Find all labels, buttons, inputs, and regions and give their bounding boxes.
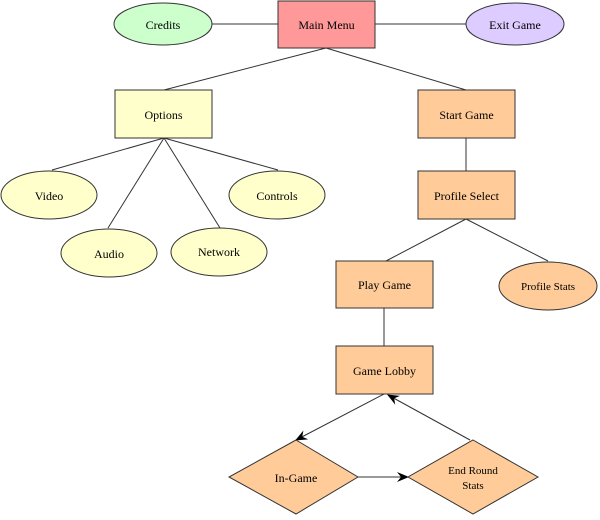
node-end-round-stats: End Round Stats xyxy=(406,439,540,515)
node-in-game: In-Game xyxy=(227,439,359,515)
node-profile-stats: Profile Stats xyxy=(498,261,598,311)
node-profile-select: Profile Select xyxy=(417,170,516,220)
node-label: Game Lobby xyxy=(353,364,416,378)
node-main-menu: Main Menu xyxy=(277,0,376,49)
node-label: Play Game xyxy=(358,278,411,292)
edge-endroundstats-gamelobby xyxy=(387,394,471,441)
node-label: Start Game xyxy=(439,108,493,122)
node-label: Credits xyxy=(146,18,181,32)
edge-profileselect-playgame xyxy=(385,218,467,262)
node-label: In-Game xyxy=(275,471,318,485)
node-exit-game: Exit Game xyxy=(465,2,565,46)
edge-mainmenu-startgame xyxy=(325,47,467,91)
node-label: Main Menu xyxy=(298,18,354,32)
node-label: Video xyxy=(35,189,64,203)
edge-mainmenu-options xyxy=(163,47,327,91)
node-label: Options xyxy=(144,108,182,122)
node-options: Options xyxy=(114,89,213,139)
node-game-lobby: Game Lobby xyxy=(335,345,434,395)
node-label: Controls xyxy=(256,189,298,203)
node-label-line2: Stats xyxy=(462,480,483,492)
node-label: Audio xyxy=(94,247,124,261)
node-video: Video xyxy=(0,170,98,220)
edge-gamelobby-ingame xyxy=(295,393,385,441)
node-label: Network xyxy=(198,245,240,259)
node-play-game: Play Game xyxy=(335,260,434,309)
edge-profileselect-profilestats xyxy=(465,218,549,262)
flowchart-canvas: Main Menu Credits Exit Game Options Star… xyxy=(0,0,598,515)
node-label: Exit Game xyxy=(489,18,541,32)
node-network: Network xyxy=(170,227,268,277)
node-controls: Controls xyxy=(228,170,326,220)
node-credits: Credits xyxy=(113,2,213,46)
node-label-line1: End Round xyxy=(448,465,498,477)
node-label: Profile Stats xyxy=(521,281,575,293)
node-start-game: Start Game xyxy=(417,89,516,139)
node-label: Profile Select xyxy=(434,189,500,203)
node-audio: Audio xyxy=(60,228,158,278)
